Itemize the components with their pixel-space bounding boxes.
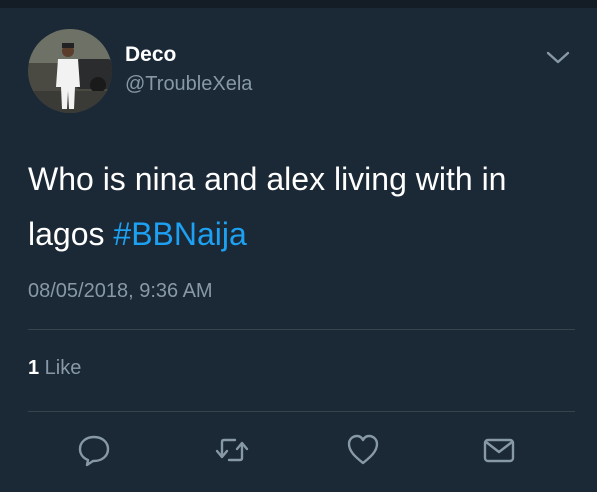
avatar[interactable] (28, 29, 112, 113)
divider-top (28, 329, 575, 330)
tweet-body: Who is nina and alex living with in lago… (28, 161, 507, 252)
like-label: Like (39, 357, 82, 379)
tweet-timestamp: 08/05/2018, 9:36 AM (28, 280, 213, 302)
display-name[interactable]: Deco (125, 43, 176, 67)
tweet-text: Who is nina and alex living with in lago… (28, 152, 573, 262)
chevron-down-icon[interactable] (545, 48, 571, 68)
hashtag-link[interactable]: #BBNaija (113, 216, 246, 252)
reply-icon[interactable] (76, 432, 112, 468)
avatar-photo-icon (28, 29, 112, 113)
user-handle[interactable]: @TroubleXela (125, 73, 252, 96)
top-status-strip (0, 0, 597, 8)
like-count: 1 (28, 357, 40, 379)
likes-summary[interactable]: 1 Like (28, 357, 81, 380)
share-icon[interactable] (481, 432, 517, 468)
divider-bottom (28, 411, 575, 412)
retweet-icon[interactable] (214, 432, 250, 468)
like-icon[interactable] (345, 432, 381, 468)
